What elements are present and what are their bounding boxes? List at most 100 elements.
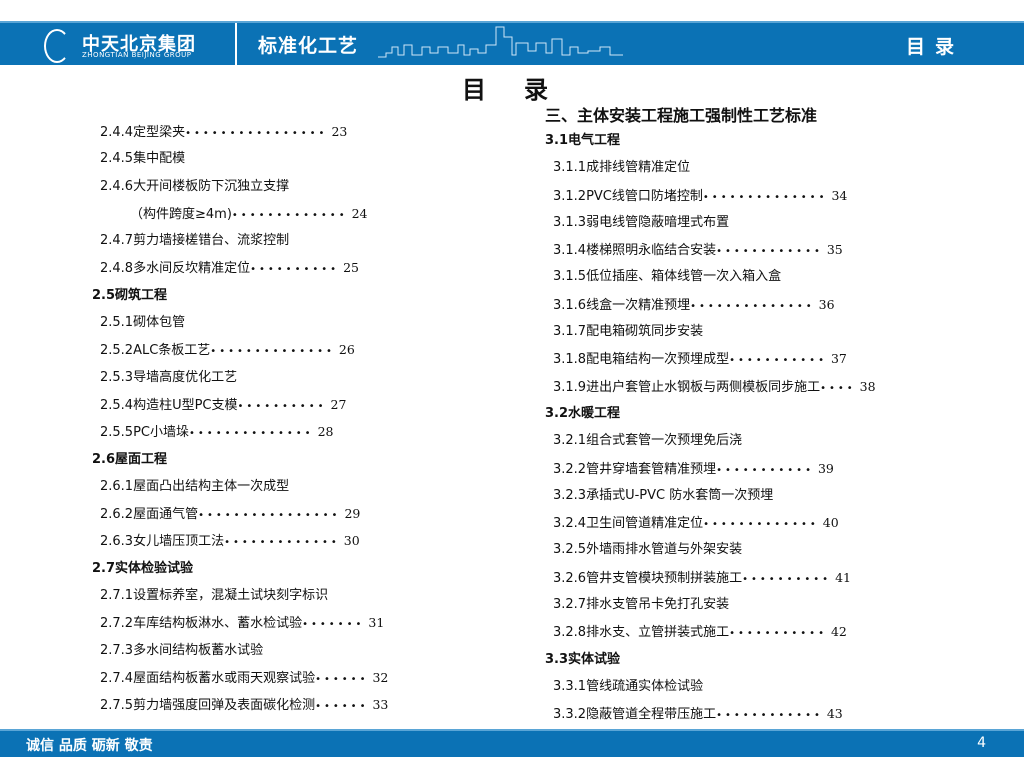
header-bar: 中天北京集团 ZHONGTIAN BEIJING GROUP 标准化工艺 目录 — [0, 21, 1024, 65]
toc-entry-text: 2.7.2车库结构板淋水、蓄水检试验 — [100, 616, 303, 632]
toc-page-number: 30 — [343, 533, 360, 549]
toc-entry-text: 3.2水暖工程 — [545, 405, 621, 421]
toc-entry-text: 3.1.1成排线管精准定位 — [553, 160, 691, 176]
toc-entry[interactable]: 2.4.5集中配模 — [100, 145, 388, 172]
toc-entry-text: 2.7.3多水间结构板蓄水试验 — [100, 642, 264, 658]
toc-entry[interactable]: 3.2.2管井穿墙套管精准预埋••••••••••• 39 — [553, 455, 876, 482]
toc-entry-text: 2.5.2ALC条板工艺 — [100, 343, 211, 359]
toc-entry[interactable]: 3.1.9进出户套管止水钢板与两侧模板同步施工•••• 38 — [553, 373, 876, 400]
toc-entry[interactable]: 3.2.4卫生间管道精准定位••••••••••••• 40 — [553, 509, 876, 536]
toc-entry[interactable]: 2.6.2屋面通气管•••••••••••••••• 29 — [100, 500, 388, 527]
toc-entry-text: 3.1.4楼梯照明永临结合安装 — [553, 243, 717, 259]
toc-entry-text: 3.3.1管线疏通实体检试验 — [553, 678, 704, 694]
toc-section-heading[interactable]: 2.5砌筑工程 — [92, 282, 388, 309]
toc-entry[interactable]: 2.7.5剪力墙强度回弹及表面碳化检测•••••• 33 — [100, 691, 388, 718]
toc-entry-text: 3.1.3弱电线管隐蔽暗埋式布置 — [553, 214, 730, 230]
toc-entry[interactable]: 3.3.1管线疏通实体检试验 — [553, 673, 876, 700]
company-name-en: ZHONGTIAN BEIJING GROUP — [82, 51, 192, 59]
toc-page-number: 38 — [859, 378, 876, 394]
toc-entry-text: 3.2.7排水支管吊卡免打孔安装 — [553, 597, 730, 613]
toc-page-number: 25 — [343, 260, 359, 276]
toc-entry-text: 3.2.1组合式套管一次预埋免后浇 — [553, 433, 743, 449]
toc-page-number: 41 — [835, 569, 851, 585]
toc-entry[interactable]: 3.2.6管井支管模块预制拼装施工•••••••••• 41 — [553, 564, 876, 591]
toc-page-number: 43 — [826, 706, 843, 722]
toc-entry[interactable]: 3.2.7排水支管吊卡免打孔安装 — [553, 591, 876, 618]
leader-dots: •••••••••• — [742, 573, 832, 585]
leader-dots: ••••••••••••• — [231, 209, 348, 221]
toc-page-number: 24 — [351, 205, 368, 221]
toc-entry-text: 3.3.2隐蔽管道全程带压施工 — [553, 707, 717, 723]
leader-dots: •••••••••••• — [716, 710, 823, 722]
toc-entry-text: 3.1.6线盒一次精准预埋 — [553, 297, 691, 313]
toc-entry-text: 2.7.1设置标养室，混凝土试块刻字标识 — [100, 588, 329, 604]
toc-entry[interactable]: 3.1.8配电箱结构一次预埋成型••••••••••• 37 — [553, 345, 876, 372]
toc-entry[interactable]: 2.4.8多水间反坎精准定位•••••••••• 25 — [100, 254, 388, 281]
toc-entry-text: 2.7.4屋面结构板蓄水或雨天观察试验 — [100, 670, 316, 686]
toc-page-number: 35 — [826, 242, 843, 258]
toc-entry[interactable]: 2.6.3女儿墙压顶工法••••••••••••• 30 — [100, 527, 388, 554]
toc-entry-text: 2.7.5剪力墙强度回弹及表面碳化检测 — [100, 698, 316, 714]
toc-section-heading[interactable]: 3.2水暖工程 — [545, 400, 876, 427]
toc-entry[interactable]: 2.4.7剪力墙接槎错台、流浆控制 — [100, 227, 388, 254]
toc-page-number: 32 — [372, 669, 389, 685]
toc-right-column: 3.1电气工程 3.1.1成排线管精准定位 3.1.2PVC线管口防堵控制•••••… — [545, 127, 876, 728]
toc-entry[interactable]: 3.1.7配电箱砌筑同步安装 — [553, 318, 876, 345]
toc-entry[interactable]: 3.1.5低位插座、箱体线管一次入箱入盒 — [553, 263, 876, 290]
leader-dots: •••••••••••••• — [189, 428, 314, 440]
toc-entry[interactable]: 2.7.1设置标养室，混凝土试块刻字标识 — [100, 582, 388, 609]
toc-entry[interactable]: 2.4.4定型梁夹•••••••••••••••• 23 — [100, 118, 388, 145]
toc-section-heading[interactable]: 3.3实体试验 — [545, 646, 876, 673]
logo-mark-icon — [44, 29, 70, 63]
toc-entry-text: 2.5砌筑工程 — [92, 287, 168, 303]
toc-entry[interactable]: 3.1.3弱电线管隐蔽暗埋式布置 — [553, 209, 876, 236]
toc-left-column: 2.4.4定型梁夹•••••••••••••••• 23 2.4.5集中配模 2.4.… — [92, 118, 388, 719]
toc-entry-text: 2.4.6大开间楼板防下沉独立支撑 — [100, 178, 290, 194]
toc-entry[interactable]: 2.5.2ALC条板工艺•••••••••••••• 26 — [100, 336, 388, 363]
toc-entry-text: 3.3实体试验 — [545, 651, 621, 667]
chapter-title: 三、主体安装工程施工强制性工艺标准 — [545, 106, 818, 125]
toc-entry[interactable]: 3.1.2PVC线管口防堵控制•••••••••••••• 34 — [553, 182, 876, 209]
toc-entry-text: 3.1电气工程 — [545, 133, 621, 148]
toc-entry[interactable]: 3.2.3承插式U-PVC 防水套筒一次预埋 — [553, 482, 876, 509]
toc-entry[interactable]: 2.5.1砌体包管 — [100, 309, 388, 336]
toc-entry[interactable]: 2.5.5PC小墙垛•••••••••••••• 28 — [100, 418, 388, 445]
toc-entry-text: 2.7实体检验试验 — [92, 560, 194, 576]
toc-section-heading[interactable]: 3.1电气工程 — [545, 127, 876, 154]
toc-entry[interactable]: 2.5.3导墙高度优化工艺 — [100, 364, 388, 391]
toc-section-heading[interactable]: 2.7实体检验试验 — [92, 555, 388, 582]
toc-entry[interactable]: 3.2.1组合式套管一次预埋免后浇 — [553, 427, 876, 454]
toc-page-number: 39 — [817, 460, 834, 476]
toc-entry-text: 3.1.9进出户套管止水钢板与两侧模板同步施工 — [553, 379, 821, 395]
toc-page-number: 34 — [831, 187, 848, 203]
toc-page-number: 36 — [818, 296, 835, 312]
leader-dots: ••••••••••• — [729, 355, 827, 367]
toc-entry-text: 3.2.6管井支管模块预制拼装施工 — [553, 570, 743, 586]
toc-entry[interactable]: 2.5.4构造柱U型PC支模•••••••••• 27 — [100, 391, 388, 418]
page-number: 4 — [977, 735, 986, 751]
leader-dots: •••••••••••••••• — [185, 128, 328, 139]
toc-entry[interactable]: （构件跨度≥4m)••••••••••••• 24 — [130, 200, 388, 227]
toc-entry-text: 3.1.5低位插座、箱体线管一次入箱入盒 — [553, 269, 782, 285]
toc-entry[interactable]: 2.7.2车库结构板淋水、蓄水检试验••••••• 31 — [100, 609, 388, 636]
toc-entry[interactable]: 2.7.4屋面结构板蓄水或雨天观察试验•••••• 32 — [100, 664, 388, 691]
leader-dots: •••••••••••••• — [210, 346, 335, 358]
toc-entry[interactable]: 3.1.1成排线管精准定位 — [553, 154, 876, 181]
toc-page-number: 42 — [830, 624, 847, 640]
toc-entry[interactable]: 2.4.6大开间楼板防下沉独立支撑 — [100, 173, 388, 200]
toc-entry[interactable]: 3.1.6线盒一次精准预埋•••••••••••••• 36 — [553, 291, 876, 318]
toc-entry[interactable]: 2.6.1屋面凸出结构主体一次成型 — [100, 473, 388, 500]
toc-entry[interactable]: 3.2.5外墙雨排水管道与外架安装 — [553, 536, 876, 563]
leader-dots: ••••••••••• — [716, 464, 814, 476]
toc-entry[interactable]: 3.3.2隐蔽管道全程带压施工•••••••••••• 43 — [553, 700, 876, 727]
toc-section-heading[interactable]: 2.6屋面工程 — [92, 446, 388, 473]
toc-entry[interactable]: 2.7.3多水间结构板蓄水试验 — [100, 637, 388, 664]
leader-dots: ••••••• — [302, 619, 365, 631]
toc-entry-text: 3.1.7配电箱砌筑同步安装 — [553, 324, 704, 340]
toc-entry[interactable]: 3.2.8排水支、立管拼装式施工••••••••••• 42 — [553, 618, 876, 645]
toc-entry-text: （构件跨度≥4m) — [130, 206, 232, 222]
leader-dots: •••••• — [315, 673, 369, 685]
header-section-label: 目录 — [905, 36, 964, 58]
leader-dots: •••••••••••••• — [702, 191, 828, 203]
toc-entry[interactable]: 3.1.4楼梯照明永临结合安装•••••••••••• 35 — [553, 236, 876, 263]
